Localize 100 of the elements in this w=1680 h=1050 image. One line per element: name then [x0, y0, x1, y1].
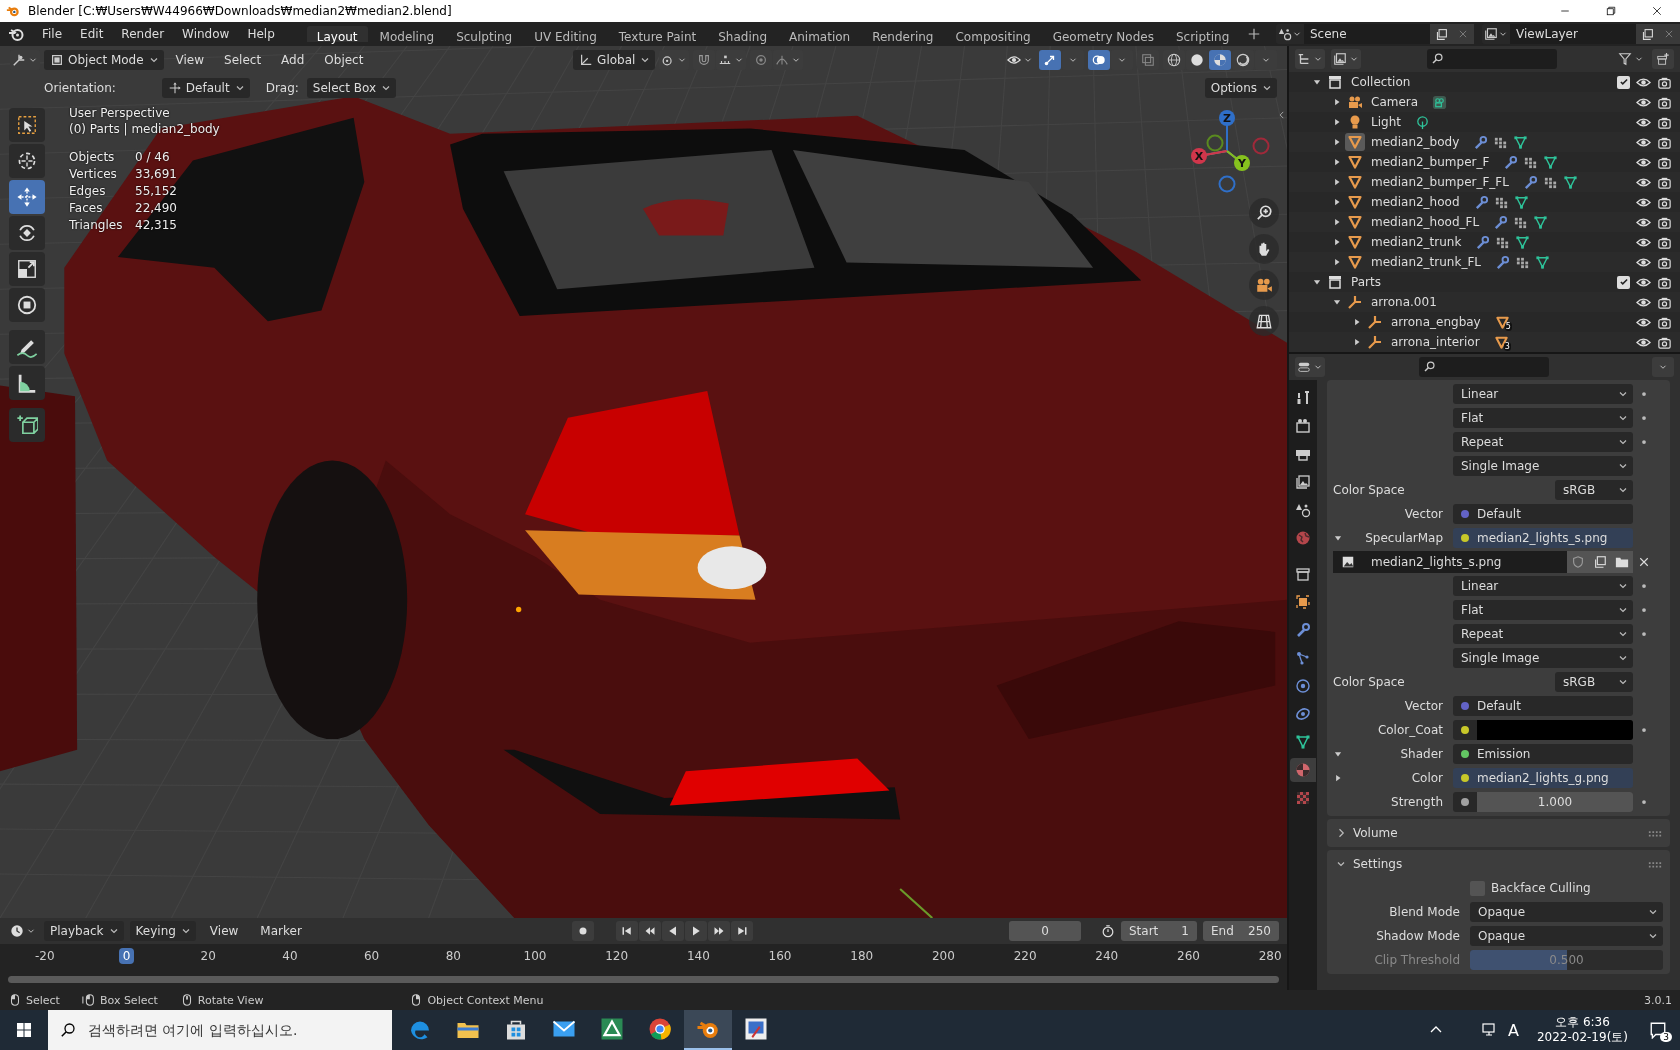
- outliner-item[interactable]: median2_bumper_F_FL: [1371, 175, 1509, 189]
- shortcut-hint: Box Select: [99, 993, 158, 1007]
- dropdown[interactable]: Linear: [1453, 576, 1633, 596]
- dropdown[interactable]: Flat: [1453, 600, 1633, 620]
- stat-label: Triangles: [69, 218, 124, 232]
- frame-number: 280: [1257, 948, 1283, 964]
- dropdown[interactable]: Single Image: [1453, 648, 1633, 668]
- orientation-dropdown[interactable]: Global: [573, 50, 656, 70]
- stat-value: 33,691: [135, 167, 178, 181]
- menu-item[interactable]: Object: [316, 51, 372, 69]
- dropdown[interactable]: Single Image: [1453, 456, 1633, 476]
- options-dropdown[interactable]: Options: [1204, 78, 1277, 98]
- drag-label: Drag:: [265, 81, 299, 95]
- menu-item[interactable]: Select: [216, 51, 270, 69]
- drag-dropdown[interactable]: Select Box: [306, 78, 396, 98]
- workspace-tab[interactable]: Modeling: [369, 26, 445, 42]
- outliner-item[interactable]: median2_trunk_FL: [1371, 255, 1481, 269]
- active-object-label: (0) Parts | median2_body: [69, 122, 220, 136]
- outliner-item[interactable]: Light: [1371, 115, 1401, 129]
- outliner-item[interactable]: median2_hood: [1371, 195, 1460, 209]
- start-frame-field[interactable]: Start 1: [1121, 921, 1197, 941]
- workspace-tab[interactable]: Animation: [779, 26, 861, 42]
- socket-link-field[interactable]: Emission: [1453, 744, 1633, 764]
- outliner-item[interactable]: median2_trunk: [1371, 235, 1462, 249]
- frame-number: 0: [118, 948, 135, 964]
- workspace-tab[interactable]: UV Editing: [524, 26, 607, 42]
- outliner-item[interactable]: arrona_engbay: [1391, 315, 1481, 329]
- workspace-tab[interactable]: Sculpting: [446, 26, 523, 42]
- number-field[interactable]: 1.000: [1453, 792, 1633, 812]
- field-label: Vector: [1403, 699, 1444, 713]
- frame-number: 40: [281, 948, 299, 964]
- timeline-menu-dropdown[interactable]: Playback: [44, 921, 124, 941]
- current-frame-field[interactable]: 0: [1009, 921, 1081, 941]
- frame-number: 240: [1094, 948, 1120, 964]
- workspace-tab[interactable]: Compositing: [945, 26, 1041, 42]
- outliner-item[interactable]: median2_hood_FL: [1371, 215, 1480, 229]
- frame-number: 220: [1012, 948, 1038, 964]
- shortcut-hint: Select: [26, 993, 60, 1007]
- field-label: Color: [1410, 771, 1444, 785]
- frame-number: 160: [767, 948, 793, 964]
- timeline-menu-dropdown[interactable]: Keying: [129, 921, 196, 941]
- workspace-tab[interactable]: Layout: [306, 26, 368, 42]
- menu-item[interactable]: Render: [113, 24, 173, 44]
- workspace-tab[interactable]: Rendering: [862, 26, 944, 42]
- dropdown[interactable]: Linear: [1453, 384, 1633, 404]
- input-method-button[interactable]: A: [1507, 1020, 1519, 1040]
- menu-item[interactable]: File: [34, 24, 71, 44]
- dropdown[interactable]: Opaque: [1470, 926, 1663, 946]
- outliner-item[interactable]: Collection: [1351, 75, 1411, 89]
- frame-number: 200: [930, 948, 956, 964]
- workspace-tab[interactable]: Geometry Nodes: [1042, 26, 1164, 42]
- dropdown[interactable]: Opaque: [1470, 902, 1663, 922]
- view-layer-selector[interactable]: ViewLayer: [1482, 24, 1680, 44]
- dropdown[interactable]: Repeat: [1453, 624, 1633, 644]
- workspace-tab[interactable]: Shading: [708, 26, 777, 42]
- frame-number: 260: [1176, 948, 1201, 964]
- shortcut-hint: Rotate View: [197, 993, 264, 1007]
- backface-culling-checkbox[interactable]: Backface Culling: [1470, 880, 1663, 896]
- taskbar-search-field[interactable]: 검색하려면 여기에 입력하십시오.: [48, 1010, 392, 1050]
- scene-selector[interactable]: Scene: [1276, 24, 1474, 44]
- stat-label: Objects: [69, 150, 116, 164]
- panel-title[interactable]: Settings: [1353, 857, 1403, 871]
- menu-item[interactable]: View: [201, 922, 247, 940]
- field-label: Color Space: [1333, 675, 1406, 689]
- socket-link-field[interactable]: Default: [1453, 504, 1633, 524]
- menu-item[interactable]: Add: [273, 51, 313, 69]
- frame-number: 120: [604, 948, 630, 964]
- menu-item[interactable]: Marker: [252, 922, 310, 940]
- outliner-item[interactable]: Camera: [1371, 95, 1419, 109]
- menu-item[interactable]: Help: [239, 24, 283, 44]
- field-label: Clip Threshold: [1373, 953, 1461, 967]
- clock[interactable]: 오후 6:36 2022-02-19(토): [1536, 1015, 1628, 1045]
- frame-number: 80: [444, 948, 462, 964]
- orientation-label: Orientation:: [44, 81, 116, 95]
- mode-dropdown[interactable]: Object Mode: [44, 50, 164, 70]
- dropdown[interactable]: sRGB: [1555, 672, 1633, 692]
- orientation-dropdown[interactable]: Default: [161, 78, 250, 98]
- end-frame-field[interactable]: End 250: [1203, 921, 1279, 941]
- outliner-item[interactable]: median2_body: [1371, 135, 1460, 149]
- socket-link-field[interactable]: median2_lights_s.png: [1453, 528, 1633, 548]
- panel-title[interactable]: Volume: [1353, 826, 1398, 840]
- workspace-tab[interactable]: Scripting: [1165, 26, 1240, 42]
- socket-link-field[interactable]: Default: [1453, 696, 1633, 716]
- outliner-item[interactable]: median2_bumper_F: [1371, 155, 1490, 169]
- outliner-item[interactable]: arrona_interior: [1391, 335, 1480, 349]
- menu-item[interactable]: Window: [174, 24, 238, 44]
- dropdown[interactable]: sRGB: [1555, 480, 1633, 500]
- menu-item[interactable]: Edit: [72, 24, 112, 44]
- socket-link-field[interactable]: median2_lights_g.png: [1453, 768, 1633, 788]
- axis-gizmo[interactable]: Z X Y: [1185, 106, 1275, 196]
- notification-button[interactable]: 3: [1646, 1018, 1670, 1042]
- dropdown[interactable]: Flat: [1453, 408, 1633, 428]
- frame-number: 180: [849, 948, 875, 964]
- image-selector[interactable]: median2_lights_s.png: [1333, 551, 1655, 573]
- outliner-item[interactable]: arrona.001: [1371, 295, 1437, 309]
- workspace-tab[interactable]: Texture Paint: [608, 26, 707, 42]
- menu-item[interactable]: View: [167, 51, 213, 69]
- outliner-item[interactable]: Parts: [1351, 275, 1381, 289]
- child-count: 3: [1503, 341, 1511, 351]
- dropdown[interactable]: Repeat: [1453, 432, 1633, 452]
